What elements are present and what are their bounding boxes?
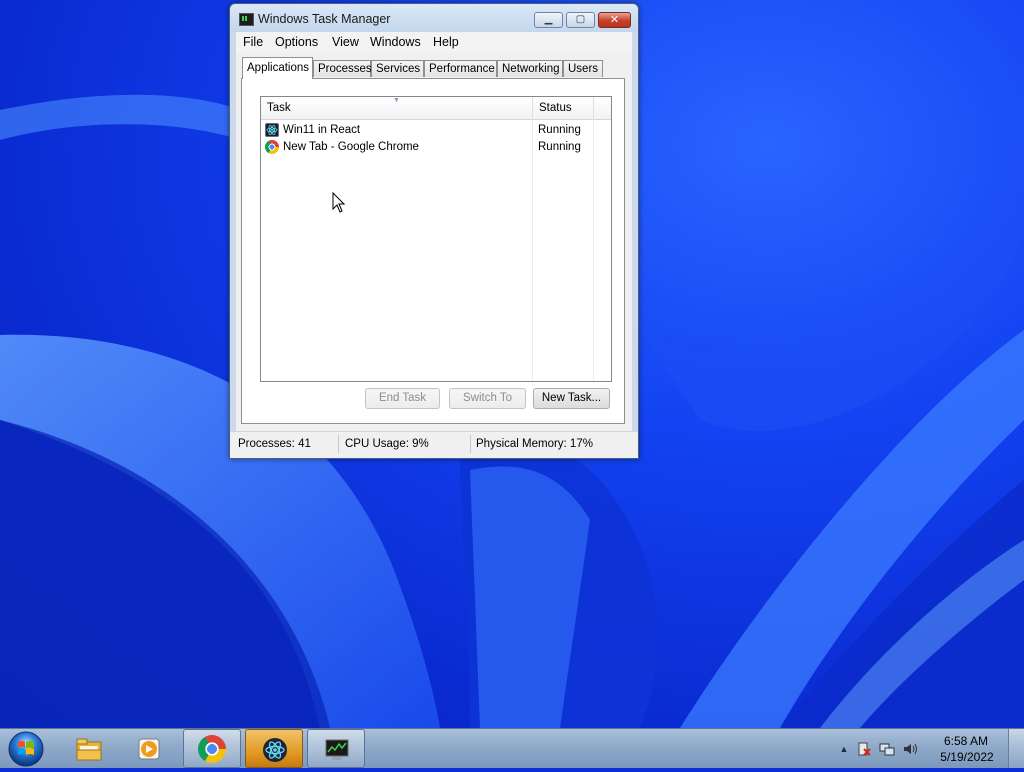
task-row[interactable]: Win11 in React Running bbox=[261, 122, 611, 139]
sort-arrow-icon: ▼ bbox=[393, 97, 400, 104]
task-name: Win11 in React bbox=[283, 124, 361, 136]
column-header-task[interactable]: ▼ Task bbox=[261, 97, 533, 119]
physical-memory: Physical Memory: 17% bbox=[476, 438, 593, 450]
clock-date[interactable]: 5/19/2022 bbox=[932, 750, 1002, 764]
menu-options[interactable]: Options bbox=[275, 35, 318, 49]
volume-icon[interactable] bbox=[902, 741, 918, 757]
menu-file[interactable]: File bbox=[243, 35, 263, 49]
column-header-status[interactable]: Status bbox=[533, 97, 594, 119]
new-task-button[interactable]: New Task... bbox=[533, 388, 610, 409]
taskbar-win11-react[interactable] bbox=[245, 729, 303, 768]
end-task-button[interactable]: End Task bbox=[365, 388, 440, 409]
column-divider bbox=[593, 119, 594, 381]
task-manager-window[interactable]: Windows Task Manager ▁ ▢ ✕ File Options … bbox=[229, 3, 639, 459]
action-center-icon[interactable] bbox=[856, 741, 872, 757]
column-header-filler bbox=[594, 97, 611, 119]
mouse-cursor-icon bbox=[332, 192, 346, 213]
chrome-icon bbox=[265, 140, 279, 154]
system-tray: ▲ 6:58 AM 5/19/2022 bbox=[834, 729, 1024, 768]
show-desktop-button[interactable] bbox=[1008, 729, 1024, 768]
menu-windows[interactable]: Windows bbox=[370, 35, 421, 49]
cpu-usage: CPU Usage: 9% bbox=[345, 438, 429, 450]
status-separator bbox=[338, 435, 339, 453]
minimize-icon: ▁ bbox=[544, 14, 553, 25]
menu-view[interactable]: View bbox=[332, 35, 359, 49]
tab-users[interactable]: Users bbox=[563, 60, 603, 77]
start-orb-icon bbox=[8, 731, 44, 767]
status-separator bbox=[470, 435, 471, 453]
media-player-icon bbox=[138, 738, 160, 760]
switch-to-button[interactable]: Switch To bbox=[449, 388, 526, 409]
column-divider bbox=[532, 119, 533, 381]
tab-services[interactable]: Services bbox=[371, 60, 424, 77]
maximize-button[interactable]: ▢ bbox=[566, 12, 595, 28]
task-manager-icon bbox=[239, 13, 254, 26]
minimize-button[interactable]: ▁ bbox=[534, 12, 563, 28]
menu-help[interactable]: Help bbox=[433, 35, 459, 49]
task-row[interactable]: New Tab - Google Chrome Running bbox=[261, 139, 611, 156]
window-body: Applications Processes Services Performa… bbox=[236, 52, 632, 432]
taskbar: ▲ 6:58 AM 5/19/2022 bbox=[0, 728, 1024, 768]
taskbar-task-manager[interactable] bbox=[307, 729, 365, 768]
maximize-icon: ▢ bbox=[575, 14, 586, 25]
window-title: Windows Task Manager bbox=[258, 12, 391, 26]
chrome-icon bbox=[198, 735, 226, 763]
start-button[interactable] bbox=[4, 729, 50, 769]
close-button[interactable]: ✕ bbox=[598, 12, 631, 28]
close-icon: ✕ bbox=[609, 14, 620, 26]
list-header: ▼ Task Status bbox=[261, 97, 611, 120]
tab-processes[interactable]: Processes bbox=[313, 60, 372, 77]
file-explorer-icon bbox=[76, 738, 102, 761]
taskbar-chrome[interactable] bbox=[183, 729, 241, 768]
network-icon[interactable] bbox=[879, 741, 895, 757]
taskbar-media-player[interactable] bbox=[120, 729, 178, 768]
title-bar[interactable]: Windows Task Manager ▁ ▢ ✕ bbox=[230, 4, 638, 32]
task-status: Running bbox=[538, 124, 581, 136]
taskbar-file-explorer[interactable] bbox=[60, 729, 118, 768]
tab-applications[interactable]: Applications bbox=[242, 57, 313, 79]
clock-time[interactable]: 6:58 AM bbox=[936, 734, 996, 748]
status-bar: Processes: 41 CPU Usage: 9% Physical Mem… bbox=[230, 431, 638, 458]
task-manager-icon bbox=[325, 739, 349, 760]
tab-performance[interactable]: Performance bbox=[424, 60, 497, 77]
react-icon bbox=[265, 123, 279, 137]
task-status: Running bbox=[538, 141, 581, 153]
show-hidden-icons-icon[interactable]: ▲ bbox=[836, 741, 852, 757]
task-name: New Tab - Google Chrome bbox=[283, 141, 419, 153]
react-icon bbox=[263, 738, 287, 762]
menu-bar: File Options View Windows Help bbox=[236, 32, 632, 53]
processes-count: Processes: 41 bbox=[238, 438, 311, 450]
tab-networking[interactable]: Networking bbox=[497, 60, 563, 77]
column-header-status-label: Status bbox=[539, 102, 572, 114]
task-list[interactable]: ▼ Task Status Win11 in React Running New… bbox=[260, 96, 612, 382]
applications-panel: ▼ Task Status Win11 in React Running New… bbox=[241, 78, 625, 424]
column-header-task-label: Task bbox=[267, 102, 291, 114]
